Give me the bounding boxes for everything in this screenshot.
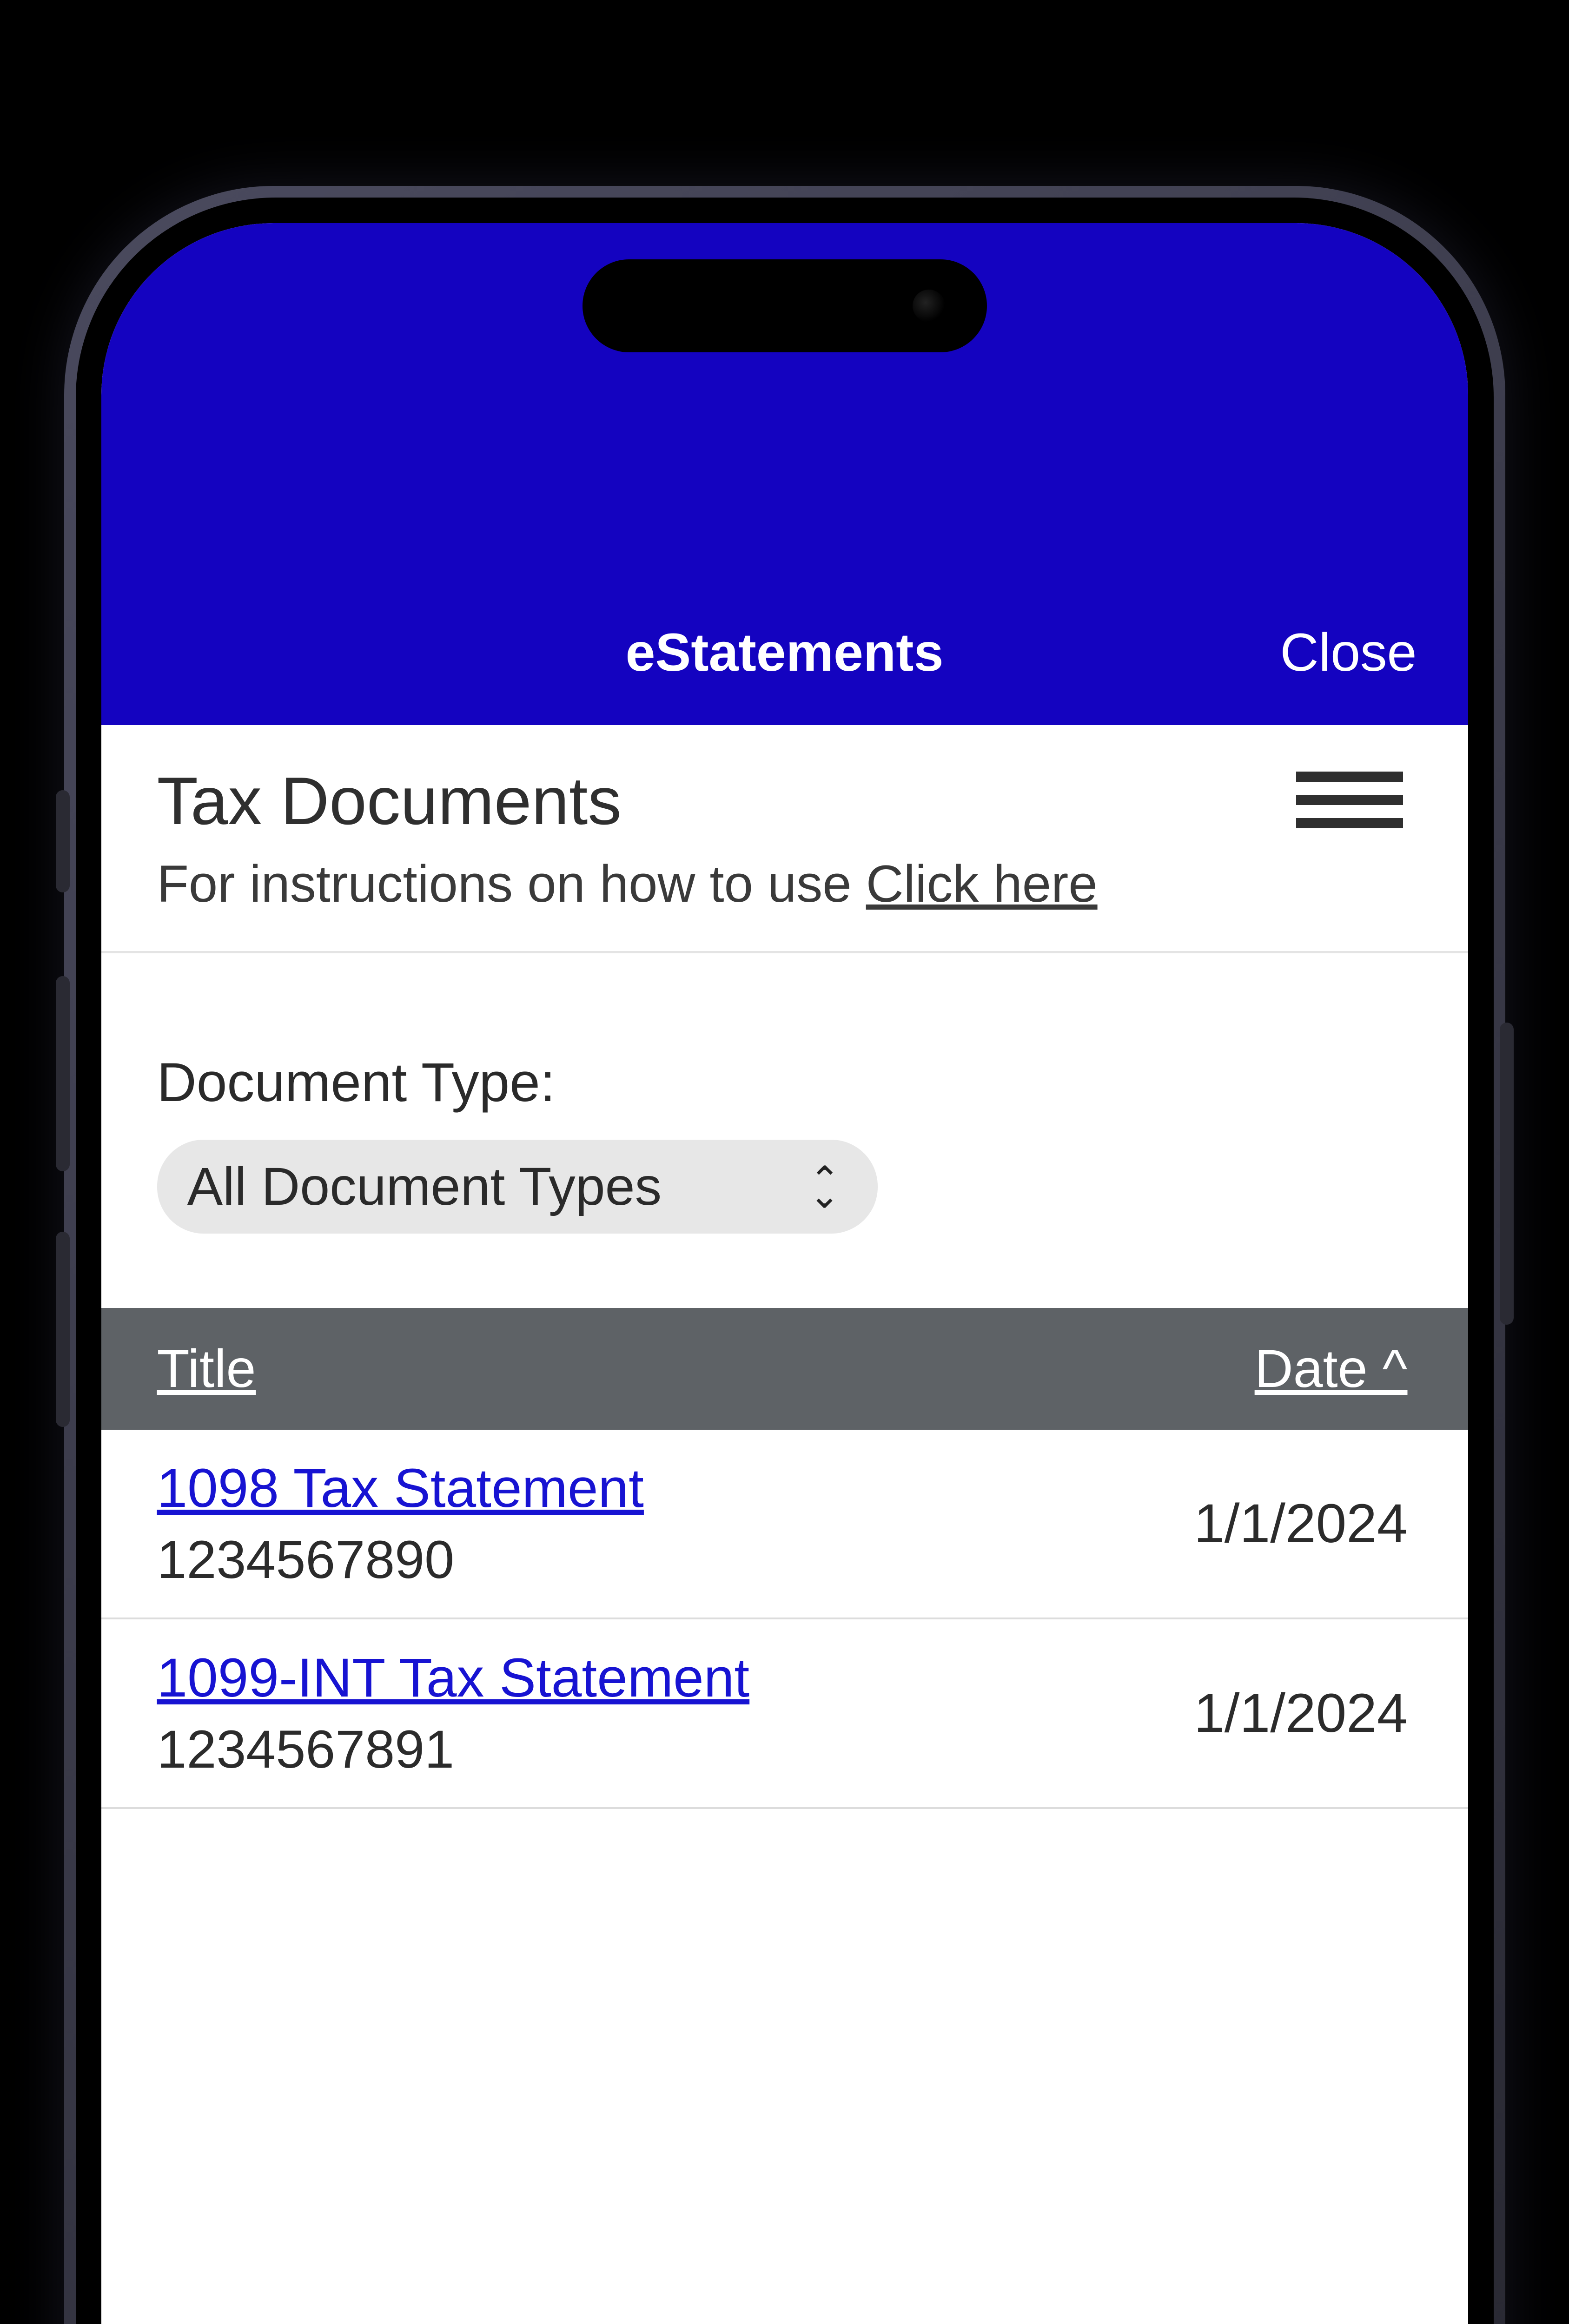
column-title[interactable]: Title (157, 1338, 256, 1400)
phone-mute-switch (56, 790, 70, 892)
menu-icon[interactable] (1296, 772, 1403, 828)
document-link[interactable]: 1099-INT Tax Statement (157, 1646, 750, 1710)
phone-power-button (1500, 1023, 1514, 1325)
phone-volume-down (56, 1232, 70, 1427)
document-date: 1/1/2024 (1194, 1492, 1407, 1555)
instructions-link[interactable]: Click here (866, 855, 1098, 913)
filter-section: Document Type: All Document Types ⌃⌃ (101, 953, 1468, 1308)
table-body: 1098 Tax Statement 1234567890 1/1/2024 1… (101, 1430, 1468, 1809)
table-row[interactable]: 1099-INT Tax Statement 1234567891 1/1/20… (101, 1619, 1468, 1809)
page-title: Tax Documents (157, 762, 1412, 840)
chevron-updown-icon: ⌃⌃ (809, 1174, 840, 1200)
content-spacer (101, 1809, 1468, 2324)
page-header: Tax Documents For instructions on how to… (101, 725, 1468, 953)
select-value: All Document Types (187, 1156, 662, 1217)
phone-volume-up (56, 976, 70, 1171)
close-button[interactable]: Close (1280, 622, 1417, 683)
subtitle-text: For instructions on how to use (157, 855, 866, 913)
document-account: 1234567890 (157, 1529, 644, 1591)
table-row[interactable]: 1098 Tax Statement 1234567890 1/1/2024 (101, 1430, 1468, 1619)
document-account: 1234567891 (157, 1719, 750, 1780)
dynamic-island (583, 259, 987, 352)
phone-frame: eStatements Close Tax Documents For inst… (64, 186, 1505, 2324)
document-link[interactable]: 1098 Tax Statement (157, 1457, 644, 1520)
document-date: 1/1/2024 (1194, 1682, 1407, 1745)
nav-title: eStatements (626, 622, 944, 683)
page-subtitle: For instructions on how to use Click her… (157, 854, 1412, 914)
table-header: Title Date ^ (101, 1308, 1468, 1430)
document-type-select[interactable]: All Document Types ⌃⌃ (157, 1140, 878, 1234)
column-date[interactable]: Date ^ (1255, 1338, 1408, 1400)
screen: eStatements Close Tax Documents For inst… (101, 223, 1468, 2324)
filter-label: Document Type: (157, 1051, 1412, 1114)
